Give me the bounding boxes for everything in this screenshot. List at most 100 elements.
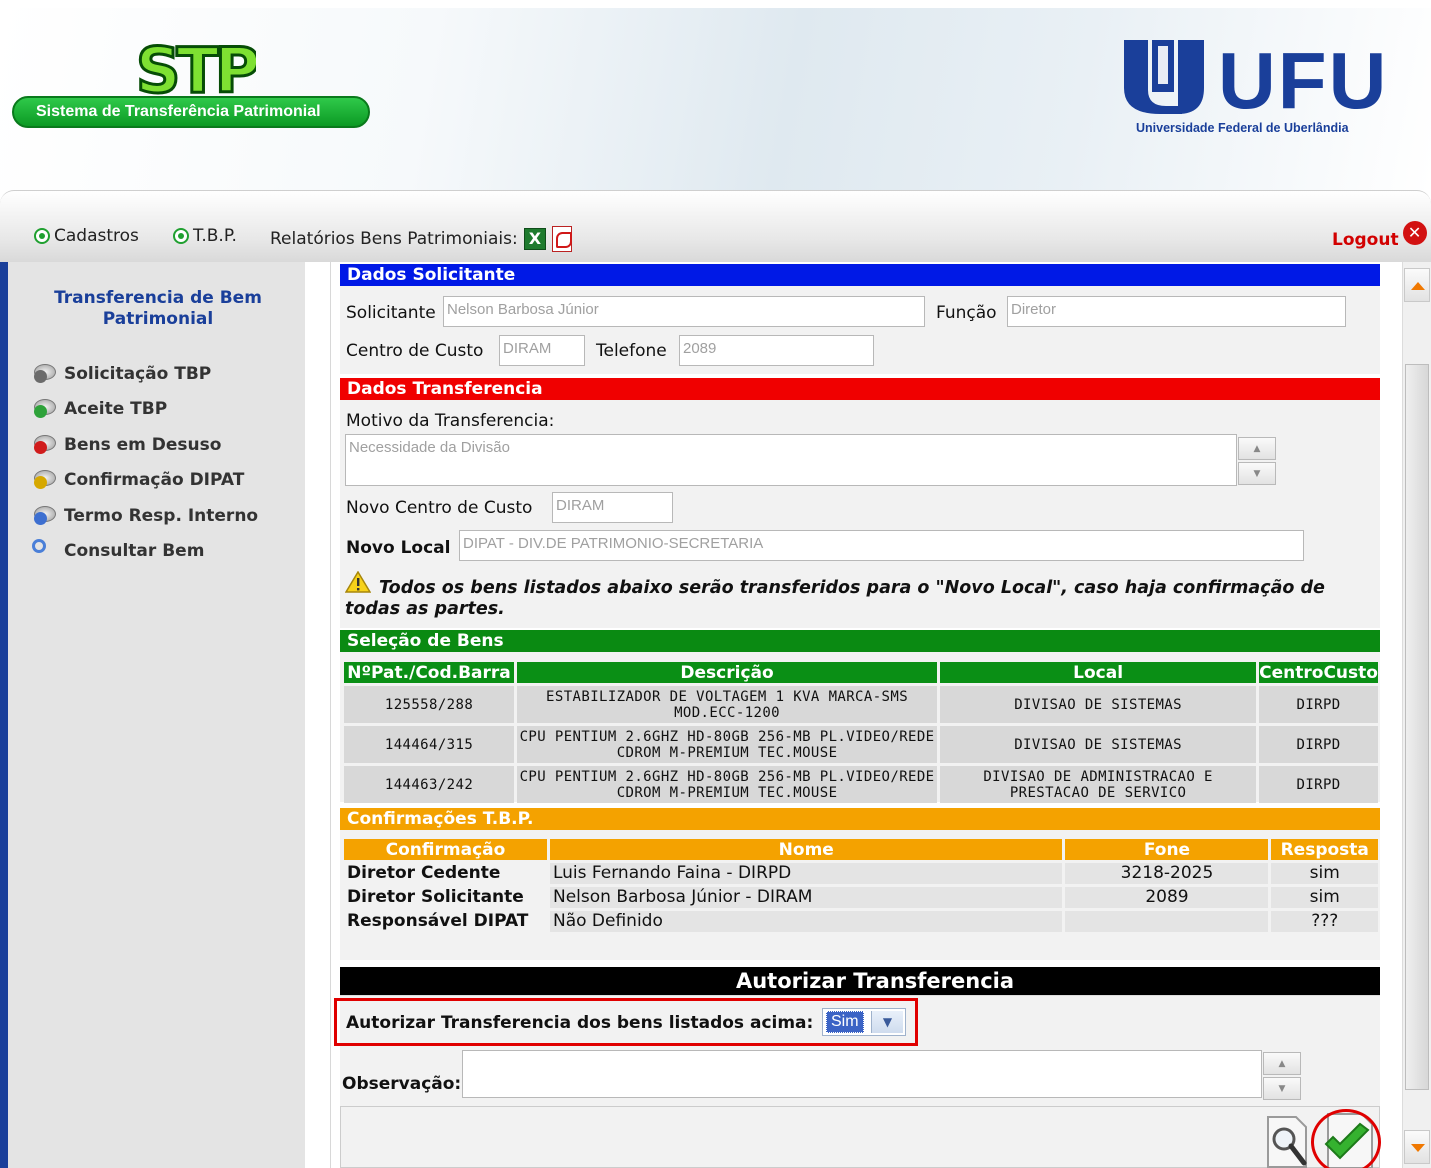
- sidebar-item-confirmacao[interactable]: Confirmação DIPAT: [30, 468, 244, 492]
- menu-tbp[interactable]: T.B.P.: [173, 226, 237, 246]
- section-autorizar: Autorizar Transferencia: [340, 967, 1380, 995]
- ufu-logo: UFU: [1124, 36, 1388, 116]
- table-row: Responsável DIPAT Não Definido ???: [344, 911, 1378, 932]
- centro-custo-field[interactable]: DIRAM: [499, 335, 585, 366]
- menu-cadastros-label: Cadastros: [54, 226, 139, 246]
- table-cell: 144464/315: [344, 726, 515, 763]
- column-header: CentroCusto: [1259, 662, 1378, 683]
- sidebar-item-label: Confirmação DIPAT: [64, 470, 245, 490]
- column-header: Nome: [549, 839, 1063, 860]
- table-cell: DIRPD: [1259, 766, 1378, 803]
- section-bens: Seleção de Bens: [340, 630, 1380, 652]
- university-name: Universidade Federal de Uberlândia: [1136, 121, 1349, 135]
- action-area: [340, 1106, 1380, 1168]
- side-badge: [34, 512, 47, 525]
- chevron-down-icon[interactable]: ▼: [871, 1011, 903, 1033]
- bens-table: NºPat./Cod.Barra Descrição Local CentroC…: [341, 659, 1381, 806]
- disk-info-icon: [30, 504, 60, 528]
- table-row: 144463/242 CPU PENTIUM 2.6GHZ HD-80GB 25…: [344, 766, 1378, 803]
- table-cell: DIRPD: [1259, 686, 1378, 723]
- novo-local-field[interactable]: DIPAT - DIV.DE PATRIMONIO-SECRETARIA: [459, 530, 1304, 561]
- autorizar-selected-value: Sim: [826, 1011, 864, 1033]
- table-row: 144464/315 CPU PENTIUM 2.6GHZ HD-80GB 25…: [344, 726, 1378, 763]
- scroll-down-icon[interactable]: ▼: [1238, 462, 1276, 485]
- side-badge: [34, 476, 47, 489]
- table-cell: Diretor Solicitante: [344, 887, 547, 908]
- table-cell: DIRPD: [1259, 726, 1378, 763]
- search-icon: [30, 539, 60, 563]
- table-cell: CPU PENTIUM 2.6GHZ HD-80GB 256-MB PL.VID…: [517, 766, 938, 803]
- menu-tbp-label: T.B.P.: [193, 226, 237, 246]
- table-cell: Nelson Barbosa Júnior - DIRAM: [549, 887, 1063, 908]
- side-badge: [34, 370, 47, 383]
- table-row: Diretor Solicitante Nelson Barbosa Júnio…: [344, 887, 1378, 908]
- logout-button[interactable]: Logout ✕: [1332, 221, 1427, 250]
- table-cell: 125558/288: [344, 686, 515, 723]
- side-badge: [34, 405, 47, 418]
- disk-remove-icon: [30, 433, 60, 457]
- logout-label: Logout: [1332, 230, 1399, 250]
- sidebar-title: Transferencia de Bem Patrimonial: [54, 288, 262, 329]
- excel-icon[interactable]: [523, 228, 546, 250]
- motivo-label: Motivo da Transferencia:: [346, 411, 555, 431]
- sidebar-item-termo[interactable]: Termo Resp. Interno: [30, 504, 258, 528]
- table-cell: Não Definido: [549, 911, 1063, 932]
- left-edge-bar: [0, 262, 8, 1168]
- sidebar-item-solicitacao[interactable]: Solicitação TBP: [30, 362, 211, 386]
- app-header: STP Sistema de Transferência Patrimonial…: [0, 0, 1431, 190]
- novo-local-label: Novo Local: [346, 538, 451, 558]
- scroll-down-icon[interactable]: ▼: [1263, 1077, 1301, 1100]
- disk-settings-icon: [30, 362, 60, 386]
- scroll-up-icon[interactable]: ▲: [1238, 437, 1276, 460]
- table-cell: ESTABILIZADOR DE VOLTAGEM 1 KVA MARCA-SM…: [517, 686, 938, 723]
- section-confirmacoes: Confirmações T.B.P.: [340, 808, 1380, 830]
- sidebar-item-label: Solicitação TBP: [64, 364, 212, 384]
- menu-relatorios: Relatórios Bens Patrimoniais:: [270, 226, 572, 252]
- close-icon: ✕: [1402, 221, 1427, 245]
- motivo-textarea[interactable]: Necessidade da Divisão: [345, 434, 1237, 486]
- ufu-logo-text: UFU: [1218, 36, 1388, 116]
- section-solicitante: Dados Solicitante: [340, 264, 1380, 286]
- observacao-scroll-buttons[interactable]: ▲ ▼: [1263, 1052, 1301, 1100]
- confirmacoes-table: Confirmação Nome Fone Resposta Diretor C…: [341, 836, 1381, 935]
- stp-logo-text: STP: [136, 38, 256, 100]
- telefone-field[interactable]: 2089: [679, 335, 874, 366]
- system-name-badge: Sistema de Transferência Patrimonial: [12, 96, 370, 128]
- novo-centro-label: Novo Centro de Custo: [346, 498, 533, 518]
- warning-message: Todos os bens listados abaixo serão tran…: [345, 578, 1325, 619]
- autorizar-select[interactable]: Sim ▼: [822, 1008, 906, 1036]
- sidebar-item-aceite[interactable]: Aceite TBP: [30, 397, 167, 421]
- centro-custo-label: Centro de Custo: [346, 341, 484, 361]
- menu-cadastros[interactable]: Cadastros: [34, 226, 139, 246]
- side-badge: [32, 539, 46, 553]
- stp-logo: STP: [136, 38, 256, 100]
- funcao-field[interactable]: Diretor: [1007, 296, 1346, 327]
- table-cell: 3218-2025: [1065, 863, 1269, 884]
- table-cell: Luis Fernando Faina - DIRPD: [549, 863, 1063, 884]
- pdf-icon[interactable]: [551, 226, 572, 252]
- sidebar-item-bens-desuso[interactable]: Bens em Desuso: [30, 433, 221, 457]
- table-row: 125558/288 ESTABILIZADOR DE VOLTAGEM 1 K…: [344, 686, 1378, 723]
- observacao-textarea[interactable]: [462, 1050, 1262, 1098]
- menu-relatorios-label: Relatórios Bens Patrimoniais:: [270, 229, 518, 249]
- solicitante-field[interactable]: Nelson Barbosa Júnior: [443, 296, 925, 327]
- column-header: Fone: [1065, 839, 1269, 860]
- sidebar-item-consultar[interactable]: Consultar Bem: [30, 539, 204, 563]
- scroll-up-button[interactable]: [1404, 268, 1430, 302]
- table-cell: [1065, 911, 1269, 932]
- column-header: Confirmação: [344, 839, 547, 860]
- table-cell: 144463/242: [344, 766, 515, 803]
- scroll-up-icon[interactable]: ▲: [1263, 1052, 1301, 1075]
- scrollbar-thumb[interactable]: [1405, 364, 1429, 1090]
- observacao-label: Observação:: [342, 1074, 462, 1094]
- novo-centro-field[interactable]: DIRAM: [552, 492, 673, 523]
- radio-bullet-icon: [173, 228, 189, 244]
- motivo-scroll-buttons[interactable]: ▲ ▼: [1238, 437, 1276, 485]
- scroll-down-button[interactable]: [1404, 1130, 1430, 1164]
- autorizar-question: Autorizar Transferencia dos bens listado…: [346, 1013, 814, 1033]
- table-cell: DIVISAO DE ADMINISTRACAO E PRESTACAO DE …: [940, 766, 1257, 803]
- table-cell: sim: [1271, 887, 1378, 908]
- sidebar-item-label: Aceite TBP: [64, 399, 168, 419]
- view-document-icon[interactable]: [1264, 1115, 1310, 1168]
- confirm-highlight: [1311, 1109, 1381, 1168]
